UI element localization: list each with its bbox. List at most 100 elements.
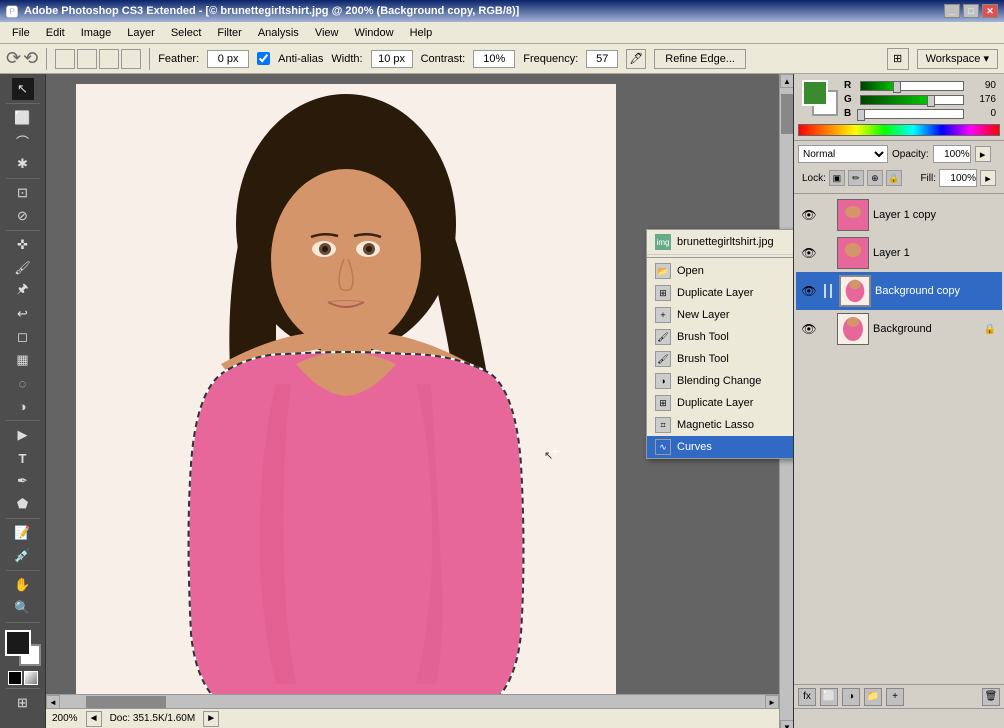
scroll-right-arrow[interactable]: ► [765,695,779,709]
g-channel-thumb[interactable] [927,95,935,107]
pen-tool[interactable]: ✒ [12,470,34,492]
g-channel-bar[interactable] [860,95,964,105]
lock-all-btn[interactable]: 🔒 [886,170,902,186]
opacity-arrow-btn[interactable]: ▸ [975,146,991,162]
eraser-tool[interactable]: ◻ [12,326,34,348]
layer-eye-bg-copy[interactable]: 👁 [801,283,817,299]
layer-row-layer1-copy[interactable]: 👁 Layer 1 copy [796,196,1002,234]
eyedropper-tool[interactable]: 💉 [12,545,34,567]
history-brush-tool[interactable]: ↩ [12,303,34,325]
nav-forward-btn[interactable]: ► [203,711,219,727]
menu-layer[interactable]: Layer [119,25,163,41]
gradient-tool[interactable]: ▦ [12,349,34,371]
ctx-new-layer[interactable]: + New Layer [647,304,794,326]
lasso-option-1[interactable] [55,49,75,69]
layer-adj-btn[interactable]: ◑ [842,688,860,706]
shape-tool[interactable]: ⬟ [12,493,34,515]
brush-tool[interactable]: 🖌 [12,257,34,279]
scroll-thumb-horizontal[interactable] [86,696,166,708]
menu-file[interactable]: File [4,25,38,41]
healing-brush-tool[interactable]: ✜ [12,234,34,256]
move-tool[interactable]: ↖ [12,78,34,100]
menu-image[interactable]: Image [73,25,120,41]
hand-tool[interactable]: ✋ [12,574,34,596]
notes-tool[interactable]: 📝 [12,522,34,544]
layer-chain-layer1-copy[interactable] [821,207,833,223]
foreground-color[interactable] [5,630,31,656]
blend-mode-select[interactable]: Normal Multiply Screen Overlay [798,145,888,163]
menu-select[interactable]: Select [163,25,210,41]
feather-input[interactable] [207,50,249,68]
ctx-brush-1[interactable]: 🖌 Brush Tool [647,326,794,348]
contrast-input[interactable] [473,50,515,68]
ctx-curves[interactable]: ∿ Curves [647,436,794,458]
layer-group-btn[interactable]: 📁 [864,688,882,706]
refine-edge-btn[interactable]: Refine Edge... [654,49,746,69]
crop-tool[interactable]: ⊡ [12,182,34,204]
frequency-input[interactable] [586,50,618,68]
layer-new-btn[interactable]: + [886,688,904,706]
menu-view[interactable]: View [307,25,347,41]
layer-row-bg-copy[interactable]: 👁 Background copy [796,272,1002,310]
menu-analysis[interactable]: Analysis [250,25,307,41]
layer-link-bg-copy[interactable] [821,284,835,298]
dodge-tool[interactable]: ◑ [12,395,34,417]
slice-tool[interactable]: ⊘ [12,205,34,227]
quick-select-tool[interactable]: ✱ [12,153,34,175]
layer-row-bg[interactable]: 👁 Background 🔒 [796,310,1002,348]
layer-chain-layer1[interactable] [821,245,833,261]
lasso-option-3[interactable] [99,49,119,69]
type-tool[interactable]: T [12,447,34,469]
close-btn[interactable]: ✕ [982,4,998,18]
color-gradient-strip[interactable] [798,124,1000,136]
layer-chain-bg[interactable] [821,321,833,337]
canvas-scrollbar-horizontal[interactable]: ◄ ► [46,694,779,708]
layer-eye-layer1-copy[interactable]: 👁 [801,207,817,223]
fill-input[interactable] [939,169,977,187]
zoom-tool[interactable]: 🔍 [12,597,34,619]
menu-window[interactable]: Window [346,25,401,41]
ctx-duplicate-layer-2[interactable]: ⊞ Duplicate Layer [647,392,794,414]
lasso-option-4[interactable] [121,49,141,69]
foreground-color-swatch[interactable] [802,80,828,106]
ctx-open[interactable]: 📂 Open [647,260,794,282]
menu-edit[interactable]: Edit [38,25,73,41]
lasso-tool[interactable]: ⌒ [12,130,34,152]
width-input[interactable] [371,50,413,68]
nav-back-btn[interactable]: ◄ [86,711,102,727]
rectangular-marquee-tool[interactable]: ⬜ [12,107,34,129]
screen-mode[interactable]: ⊞ [12,692,34,714]
b-channel-bar[interactable] [860,109,964,119]
menu-help[interactable]: Help [402,25,441,41]
anti-alias-checkbox[interactable] [257,52,270,65]
scroll-thumb-vertical[interactable] [781,94,793,134]
minimize-btn[interactable]: _ [944,4,960,18]
layer-style-btn[interactable]: fx [798,688,816,706]
fill-arrow-btn[interactable]: ▸ [980,170,996,186]
clone-stamp-tool[interactable]: 🖈 [12,280,34,302]
layer-eye-bg[interactable]: 👁 [801,321,817,337]
path-selection-tool[interactable]: ▶ [12,424,34,446]
canvas-arrange-btn[interactable]: ⊞ [887,48,909,70]
layer-eye-layer1[interactable]: 👁 [801,245,817,261]
b-channel-thumb[interactable] [857,109,865,121]
quick-mask-on[interactable] [24,671,38,685]
menu-filter[interactable]: Filter [209,25,249,41]
r-channel-bar[interactable] [860,81,964,91]
scroll-up-arrow[interactable]: ▲ [780,74,794,88]
layer-delete-btn[interactable]: 🗑 [982,688,1000,706]
lock-position-btn[interactable]: ⊕ [867,170,883,186]
lock-pixels-btn[interactable]: ✏ [848,170,864,186]
opacity-input[interactable] [933,145,971,163]
ctx-brush-2[interactable]: 🖌 Brush Tool [647,348,794,370]
r-channel-thumb[interactable] [893,81,901,93]
quick-mask-off[interactable] [8,671,22,685]
blur-tool[interactable]: ◌ [12,372,34,394]
lock-transparency-btn[interactable]: ▣ [829,170,845,186]
ctx-blending-change[interactable]: ◑ Blending Change [647,370,794,392]
workspace-btn[interactable]: Workspace ▾ [917,49,998,69]
layer-row-layer1[interactable]: 👁 Layer 1 [796,234,1002,272]
ctx-duplicate-layer-1[interactable]: ⊞ Duplicate Layer [647,282,794,304]
stylus-btn[interactable]: 🖊 [626,49,646,69]
lasso-option-2[interactable] [77,49,97,69]
